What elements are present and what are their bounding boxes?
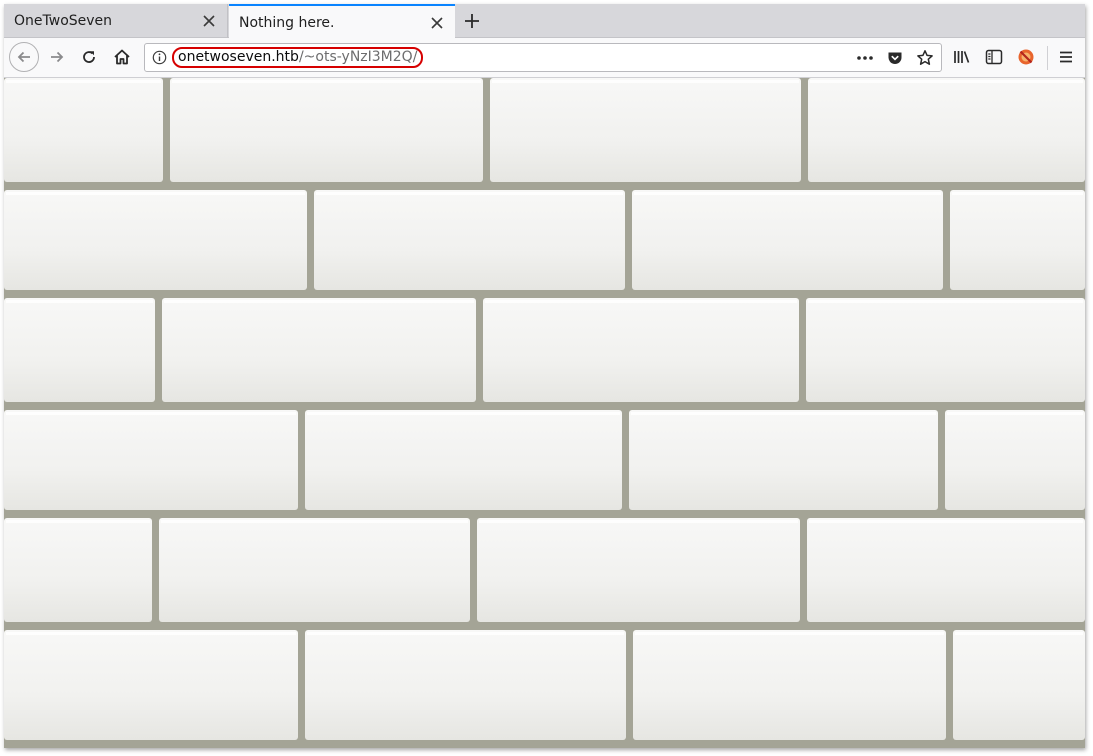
brick <box>632 190 943 290</box>
arrow-left-icon <box>17 51 30 63</box>
ellipsis-icon[interactable] <box>853 46 877 70</box>
brick <box>477 518 800 622</box>
url-actions <box>853 46 937 70</box>
close-icon[interactable] <box>199 11 219 31</box>
arrow-right-icon <box>51 51 64 63</box>
brick-highlight <box>479 520 798 523</box>
brick-highlight <box>809 520 1083 523</box>
brick-highlight <box>6 300 153 303</box>
brick-highlight <box>316 192 623 195</box>
brick-highlight <box>307 412 620 415</box>
tab-strip: OneTwoSeven Nothing here. <box>4 4 1085 39</box>
back-button[interactable] <box>9 42 39 72</box>
brick-highlight <box>307 632 624 635</box>
hamburger-icon[interactable] <box>1052 43 1080 71</box>
library-icon[interactable] <box>948 43 976 71</box>
forward-button[interactable] <box>42 42 72 72</box>
brick <box>4 298 155 402</box>
brick-highlight <box>6 80 161 83</box>
brick <box>4 410 298 510</box>
noscript-icon[interactable] <box>1012 43 1040 71</box>
brick <box>945 410 1085 510</box>
brick-highlight <box>952 192 1083 195</box>
brick <box>4 630 298 740</box>
close-icon[interactable] <box>427 13 447 33</box>
brick-highlight <box>6 192 305 195</box>
brick <box>490 78 801 182</box>
brick <box>314 190 625 290</box>
brick-highlight <box>947 412 1083 415</box>
brick-highlight <box>492 80 799 83</box>
tab-title: OneTwoSeven <box>14 13 113 29</box>
info-icon[interactable] <box>151 49 168 66</box>
brick-highlight <box>810 80 1083 83</box>
browser-window: OneTwoSeven Nothing here. onetwoseven.ht… <box>4 4 1085 748</box>
home-icon <box>114 49 130 65</box>
brick <box>4 518 152 622</box>
brick <box>170 78 483 182</box>
brick-highlight <box>631 412 936 415</box>
brick <box>806 298 1085 402</box>
brick <box>483 298 799 402</box>
brick-highlight <box>635 632 944 635</box>
brick-highlight <box>6 520 150 523</box>
brick-wall-background <box>4 78 1085 748</box>
brick <box>305 410 622 510</box>
brick-highlight <box>172 80 481 83</box>
reload-button[interactable] <box>74 42 104 72</box>
star-icon[interactable] <box>913 46 937 70</box>
sidebar-icon[interactable] <box>980 43 1008 71</box>
brick <box>162 298 476 402</box>
toolbar-separator <box>1047 46 1048 70</box>
brick <box>4 190 307 290</box>
brick <box>629 410 938 510</box>
brick <box>950 190 1085 290</box>
brick <box>808 78 1085 182</box>
brick-highlight <box>634 192 941 195</box>
brick <box>807 518 1085 622</box>
brick <box>159 518 470 622</box>
brick <box>305 630 626 740</box>
reload-icon <box>83 51 95 63</box>
brick-highlight <box>6 632 296 635</box>
new-tab-button[interactable] <box>459 8 485 34</box>
brick <box>953 630 1085 740</box>
tab-onetwoseven[interactable]: OneTwoSeven <box>4 4 228 38</box>
brick-highlight <box>955 632 1083 635</box>
url-bar[interactable]: onetwoseven.htb/~ots-yNzI3M2Q/ <box>144 43 942 72</box>
brick-highlight <box>808 300 1083 303</box>
url-path: /~ots-yNzI3M2Q/ <box>298 49 418 65</box>
plus-icon <box>465 14 479 28</box>
url-text[interactable]: onetwoseven.htb/~ots-yNzI3M2Q/ <box>172 47 424 68</box>
pocket-icon[interactable] <box>883 46 907 70</box>
url-domain: onetwoseven.htb <box>178 49 299 65</box>
brick-highlight <box>6 412 296 415</box>
tab-nothing-here[interactable]: Nothing here. <box>229 4 455 39</box>
navigation-toolbar: onetwoseven.htb/~ots-yNzI3M2Q/ <box>4 38 1085 78</box>
brick-highlight <box>164 300 474 303</box>
brick-highlight <box>485 300 797 303</box>
brick <box>633 630 946 740</box>
brick-highlight <box>161 520 468 523</box>
page-content <box>4 78 1085 748</box>
brick <box>4 78 163 182</box>
tab-title: Nothing here. <box>239 14 335 31</box>
home-button[interactable] <box>107 42 137 72</box>
